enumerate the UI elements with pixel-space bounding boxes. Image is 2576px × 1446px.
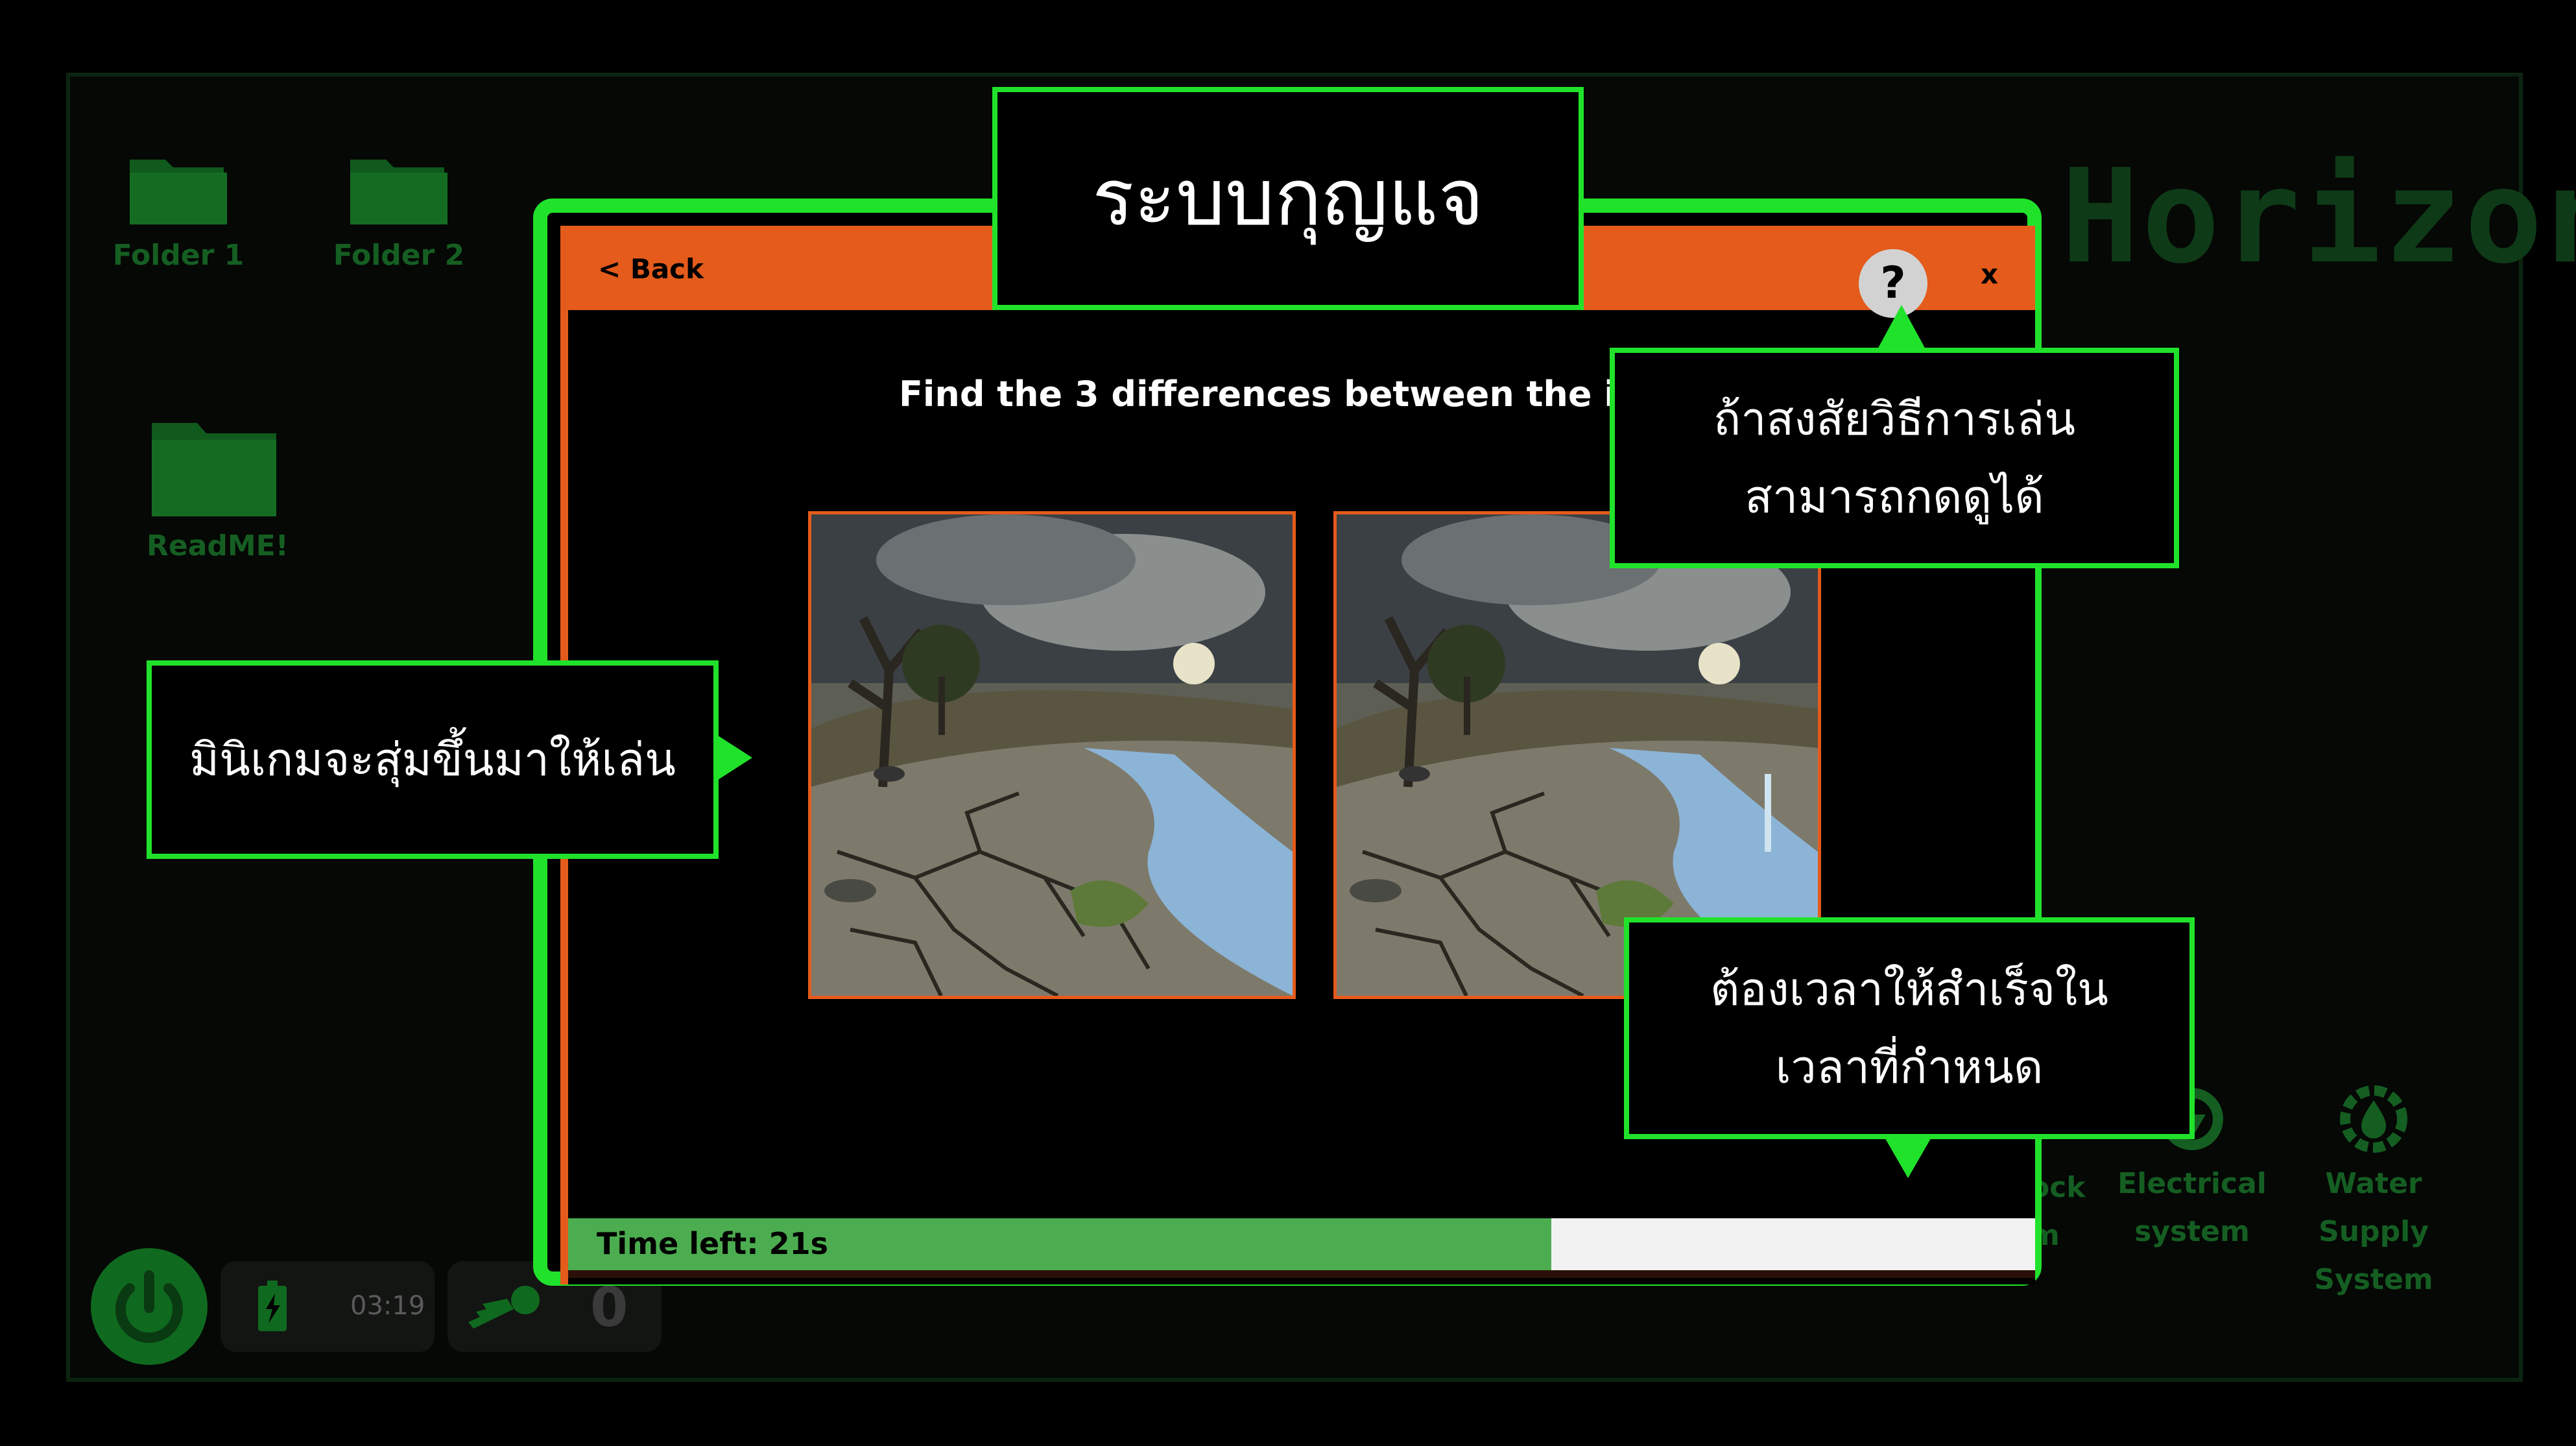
instruction-text: Find the 3 differences between the ima xyxy=(899,374,1676,415)
water-gear-icon xyxy=(2340,1085,2407,1153)
callout-time-pointer xyxy=(1883,1135,1933,1178)
app-label-line1: Electrical xyxy=(2117,1167,2267,1200)
callout-time-line1: ต้องเวลาให้สำเร็จใน xyxy=(1710,963,2109,1016)
background-title: Horizon xyxy=(2061,141,2576,293)
battery-indicator: 03:19 xyxy=(221,1261,435,1352)
folder-2[interactable]: Folder 2 xyxy=(331,153,467,272)
callout-help-line2: สามารถกดดูได้ xyxy=(1745,470,2044,524)
callout-minigame-text: มินิเกมจะสุ่มขึ้นมาให้เล่น xyxy=(189,733,676,786)
readme-folder[interactable]: ReadME! xyxy=(147,418,289,562)
timer-bar: Time left: 21s xyxy=(568,1218,2035,1270)
folder-label: Folder 1 xyxy=(112,239,244,272)
back-button[interactable]: < Back xyxy=(598,253,704,285)
folder-icon xyxy=(152,423,276,516)
app-label-line2: system xyxy=(2134,1215,2250,1248)
key-icon xyxy=(468,1286,540,1329)
timer-label: Time left: 21s xyxy=(597,1226,829,1261)
timer-underline xyxy=(568,1270,2035,1278)
callout-key-system-text: ระบบกุญแจ xyxy=(1092,153,1484,243)
folder-icon xyxy=(130,160,227,224)
app-label-line1: Water xyxy=(2325,1167,2422,1200)
callout-minigame-pointer xyxy=(716,734,752,781)
app-label-line2: Supply xyxy=(2319,1215,2429,1248)
app-water-supply-system[interactable]: Water Supply System xyxy=(2296,1077,2451,1304)
callout-help-pointer xyxy=(1877,305,1926,350)
folder-icon xyxy=(350,160,447,224)
callout-time-line2: เวลาที่กำหนด xyxy=(1775,1041,2044,1094)
folder-1[interactable]: Folder 1 xyxy=(110,153,246,272)
folder-label: Folder 2 xyxy=(333,239,465,272)
callout-time-limit: ต้องเวลาให้สำเร็จใน เวลาที่กำหนด xyxy=(1624,917,2195,1139)
drought-scene-image xyxy=(811,514,1293,996)
callout-minigame: มินิเกมจะสุ่มขึ้นมาให้เล่น xyxy=(147,660,719,859)
callout-help-line1: ถ้าสงสัยวิธีการเล่น xyxy=(1713,392,2076,446)
power-icon xyxy=(115,1270,183,1344)
power-button[interactable] xyxy=(91,1248,208,1365)
battery-time: 03:19 xyxy=(350,1291,425,1321)
folder-label: ReadME! xyxy=(147,529,289,562)
app-label-line3: System xyxy=(2314,1263,2433,1296)
callout-key-system: ระบบกุญแจ xyxy=(992,87,1584,310)
battery-icon xyxy=(258,1281,287,1331)
callout-help: ถ้าสงสัยวิธีการเล่น สามารถกดดูได้ xyxy=(1610,348,2179,568)
image-left[interactable] xyxy=(808,511,1296,999)
close-button[interactable]: x xyxy=(1981,258,1998,290)
